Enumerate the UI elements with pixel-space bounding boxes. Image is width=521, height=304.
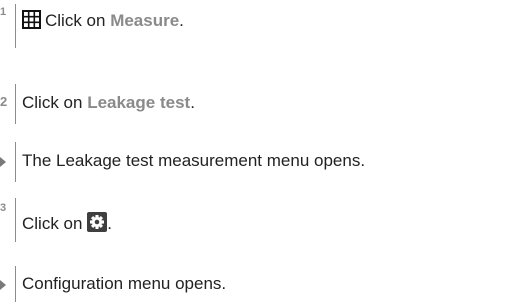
step-number: 3 xyxy=(0,202,7,214)
step-divider xyxy=(15,198,16,242)
step-text: Click on . xyxy=(22,212,112,235)
step-divider xyxy=(15,4,16,48)
step-prefix: Click on xyxy=(45,11,111,30)
result-text: Configuration menu opens. xyxy=(22,274,227,293)
result-1: The Leakage test measurement menu opens. xyxy=(0,142,521,182)
step-suffix: . xyxy=(107,214,112,233)
result-arrow-icon xyxy=(0,280,6,290)
gear-icon[interactable] xyxy=(87,212,108,232)
step-text: Click on Measure. xyxy=(22,10,184,32)
step-number: 2 xyxy=(0,94,8,109)
menu-item-measure[interactable]: Measure xyxy=(110,11,179,30)
step-suffix: . xyxy=(179,11,184,30)
step-suffix: . xyxy=(190,93,195,112)
step-2: 2 Click on Leakage test. xyxy=(0,84,521,124)
step-1: 1 Click on Measure. xyxy=(0,0,521,50)
step-3: 3 Click on . xyxy=(0,196,521,244)
step-divider xyxy=(15,84,16,124)
grid-icon xyxy=(22,10,41,29)
step-number: 1 xyxy=(0,6,7,18)
menu-item-leakage-test[interactable]: Leakage test xyxy=(87,93,190,112)
step-prefix: Click on xyxy=(22,214,88,233)
step-prefix: Click on xyxy=(22,93,88,112)
step-divider xyxy=(15,266,16,302)
result-text: The Leakage test measurement menu opens. xyxy=(22,151,366,170)
step-divider xyxy=(15,142,16,182)
step-text: Click on Leakage test. xyxy=(22,92,195,114)
result-2: Configuration menu opens. xyxy=(0,266,521,302)
result-arrow-icon xyxy=(0,157,6,167)
